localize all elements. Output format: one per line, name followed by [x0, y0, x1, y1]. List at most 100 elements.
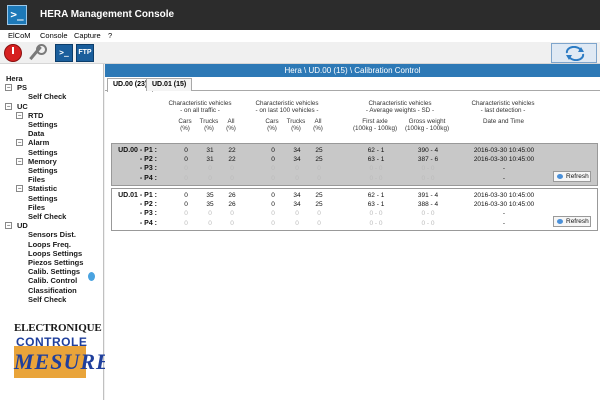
- cell-last-100: 25: [315, 156, 323, 164]
- probe-row-label: UD.01 - P1 :: [118, 192, 157, 199]
- tree-node-self-check[interactable]: Self Check: [28, 295, 66, 304]
- hera-console-window: >_ HERA Management Console ElCoM Console…: [0, 0, 600, 400]
- window-title: HERA Management Console: [40, 9, 175, 20]
- tree-node-sensors-dist-[interactable]: Sensors Dist.: [28, 230, 76, 239]
- tree-node-self-check[interactable]: Self Check: [28, 92, 66, 101]
- column-group-title: Characteristic vehicles: [255, 100, 319, 107]
- cell-first-axle: 0 - 0: [369, 174, 383, 182]
- refresh-button[interactable]: Refresh: [553, 216, 591, 227]
- tree-node-files[interactable]: Files: [28, 203, 45, 212]
- cell-last-100: 0: [271, 219, 275, 227]
- cell-last-100: 34: [293, 201, 301, 209]
- probe-row-label: - P3 :: [139, 165, 157, 173]
- cell-gross-weight: 391 - 4: [417, 192, 439, 199]
- tree-node-loops-settings[interactable]: Loops Settings: [28, 249, 82, 258]
- cell-first-axle: 0 - 0: [369, 219, 383, 227]
- wrench-icon[interactable]: [26, 44, 47, 62]
- cell-all-traffic: 0: [184, 192, 188, 199]
- tree-node-loops-freq-[interactable]: Loops Freq.: [28, 240, 71, 249]
- cell-all-traffic: 0: [184, 147, 188, 154]
- cell-last-100: 0: [295, 219, 299, 227]
- cell-first-axle: 62 - 1: [367, 192, 385, 199]
- cell-last-100: 0: [271, 174, 275, 182]
- company-logo: ELECTRONIQUE CONTROLE MESURE: [6, 322, 111, 388]
- tree-node-rtd[interactable]: RTD: [28, 111, 43, 120]
- ud-block: UD.01 - P1 :0 35 26 0 34 25 62 - 1 391 - 4 2016-…: [111, 188, 598, 231]
- column-group-subtitle: - Average weights - SD -: [365, 107, 435, 114]
- tree-expander-icon[interactable]: −: [5, 102, 12, 110]
- cell-last-100: 0: [317, 165, 321, 173]
- cell-first-axle: 0 - 0: [369, 210, 383, 218]
- column-header: All (%): [211, 118, 251, 132]
- column-header: First axle (100kg - 100kg): [345, 118, 405, 132]
- column-header-line: First axle: [362, 118, 388, 125]
- tree-node-settings[interactable]: Settings: [28, 148, 58, 157]
- cell-gross-weight: 0 - 0: [421, 174, 435, 182]
- menu-console[interactable]: Console: [40, 31, 68, 40]
- tree-node-data[interactable]: Data: [28, 129, 44, 138]
- cell-last-detection: 2016-03-30 10:45:00: [473, 156, 535, 164]
- cell-last-100: 25: [315, 147, 323, 154]
- cell-last-100: 34: [293, 156, 301, 164]
- tree-node-ud[interactable]: UD: [17, 221, 28, 230]
- tree-node-memory[interactable]: Memory: [28, 157, 57, 166]
- tree-node-uc[interactable]: UC: [17, 102, 28, 111]
- ftp-icon[interactable]: FTP: [76, 44, 94, 62]
- logo-line-1: ELECTRONIQUE: [14, 322, 102, 334]
- menu-elcom[interactable]: ElCoM: [8, 31, 31, 40]
- console-icon[interactable]: >_: [55, 44, 73, 62]
- tree-expander-icon[interactable]: −: [16, 139, 23, 147]
- column-header-line: Gross weight: [408, 118, 446, 125]
- tree-node-calib-settings[interactable]: Calib. Settings: [28, 267, 80, 276]
- tab-strip: UD.00 (23) UD.01 (15): [105, 77, 600, 92]
- tree-expander-icon[interactable]: −: [16, 157, 23, 165]
- cell-all-traffic: 31: [206, 156, 214, 164]
- menu-help[interactable]: ?: [108, 31, 112, 40]
- cell-last-100: 0: [271, 201, 275, 209]
- cell-all-traffic: 26: [228, 192, 236, 199]
- tree-node-classification[interactable]: Classification: [28, 286, 77, 295]
- probe-row-label: - P2 :: [139, 156, 157, 164]
- tree-node-self-check[interactable]: Self Check: [28, 212, 66, 221]
- cell-all-traffic: 31: [206, 147, 214, 154]
- column-group-subtitle: - on last 100 vehicles -: [255, 107, 319, 114]
- tree-node-settings[interactable]: Settings: [28, 166, 58, 175]
- cell-last-100: 34: [293, 192, 301, 199]
- power-icon[interactable]: [4, 44, 22, 62]
- column-header: Gross weight (100kg - 100kg): [397, 118, 457, 132]
- cell-all-traffic: 0: [184, 210, 188, 218]
- cell-all-traffic: 0: [184, 219, 188, 227]
- column-group-subtitle: - on all traffic -: [180, 107, 220, 114]
- cell-last-100: 0: [317, 219, 321, 227]
- tree-expander-icon[interactable]: −: [5, 222, 12, 230]
- tree-node-calib-control[interactable]: Calib. Control: [28, 276, 77, 285]
- tree-node-hera[interactable]: Hera: [6, 74, 23, 83]
- refresh-all-button[interactable]: [551, 43, 597, 63]
- cell-last-detection: -: [502, 219, 506, 227]
- cell-gross-weight: 0 - 0: [421, 210, 435, 218]
- navigation-tree: ELECTRONIQUE CONTROLE MESURE Hera − PS Self…: [0, 64, 111, 400]
- tree-expander-icon[interactable]: −: [5, 84, 12, 92]
- tab-ud01[interactable]: UD.01 (15): [146, 78, 193, 91]
- cell-gross-weight: 0 - 0: [421, 219, 435, 227]
- tree-node-statistic[interactable]: Statistic: [28, 184, 57, 193]
- tree-expander-icon[interactable]: −: [16, 185, 23, 193]
- tree-node-alarm[interactable]: Alarm: [28, 138, 49, 147]
- cell-first-axle: 63 - 1: [367, 201, 385, 209]
- tree-expander-icon[interactable]: −: [16, 111, 23, 119]
- cell-all-traffic: 0: [184, 201, 188, 209]
- cell-last-100: 0: [271, 192, 275, 199]
- tree-node-settings[interactable]: Settings: [28, 120, 58, 129]
- column-header-line: All: [314, 118, 322, 125]
- tree-node-settings[interactable]: Settings: [28, 194, 58, 203]
- cell-all-traffic: 0: [208, 165, 212, 173]
- cell-first-axle: 0 - 0: [369, 165, 383, 173]
- probe-row-label: - P3 :: [139, 210, 157, 218]
- cell-first-axle: 63 - 1: [367, 156, 385, 164]
- tree-node-piezos-settings[interactable]: Piezos Settings: [28, 258, 83, 267]
- tree-node-ps[interactable]: PS: [17, 83, 27, 92]
- tree-node-files[interactable]: Files: [28, 175, 45, 184]
- cell-last-100: 0: [295, 210, 299, 218]
- refresh-button[interactable]: Refresh: [553, 171, 591, 182]
- menu-capture[interactable]: Capture: [74, 31, 101, 40]
